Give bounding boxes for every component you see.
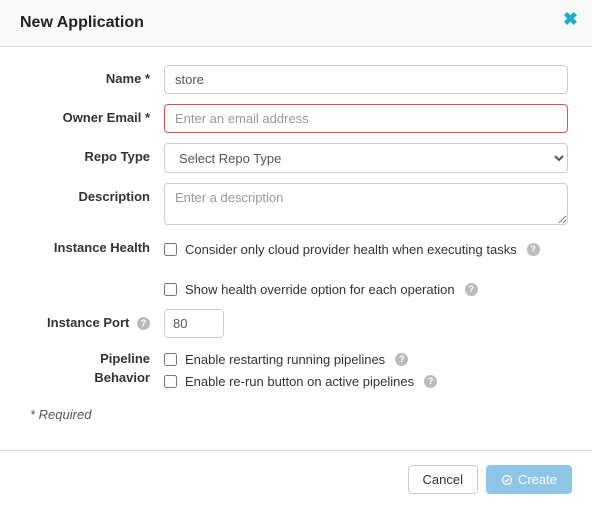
instance-port-input[interactable] <box>164 309 224 338</box>
pipeline-behavior-label: Pipeline Behavior <box>24 348 164 388</box>
modal-header: New Application ✖ <box>0 0 592 47</box>
repo-type-select[interactable]: Select Repo Type <box>164 143 568 173</box>
help-icon[interactable]: ? <box>527 243 540 256</box>
health-override-checkbox[interactable] <box>164 283 177 296</box>
instance-port-label: Instance Port ? <box>24 309 164 330</box>
close-icon[interactable]: ✖ <box>563 10 578 28</box>
cancel-button[interactable]: Cancel <box>408 465 478 494</box>
repo-type-label: Repo Type <box>24 143 164 164</box>
create-button[interactable]: Create <box>486 465 572 494</box>
modal-title: New Application <box>20 14 144 31</box>
pipeline-rerun-text: Enable re-run button on active pipelines <box>185 372 414 392</box>
health-override-label-spacer <box>24 278 164 280</box>
cloud-health-text: Consider only cloud provider health when… <box>185 240 517 260</box>
cloud-health-checkbox[interactable] <box>164 243 177 256</box>
pipeline-restart-checkbox[interactable] <box>164 353 177 366</box>
modal-footer: Cancel Create <box>0 450 592 508</box>
check-circle-icon <box>501 474 513 486</box>
name-input[interactable] <box>164 65 568 94</box>
owner-email-label: Owner Email * <box>24 104 164 125</box>
modal-body: Name * Owner Email * Repo Type Select Re… <box>0 47 592 432</box>
description-label: Description <box>24 183 164 204</box>
new-application-modal: New Application ✖ Name * Owner Email * R… <box>0 0 592 508</box>
help-icon[interactable]: ? <box>465 283 478 296</box>
required-note: * Required <box>30 407 568 422</box>
pipeline-rerun-checkbox[interactable] <box>164 375 177 388</box>
help-icon[interactable]: ? <box>424 375 437 388</box>
health-override-text: Show health override option for each ope… <box>185 280 455 300</box>
instance-health-label: Instance Health <box>24 238 164 255</box>
description-input[interactable] <box>164 183 568 225</box>
help-icon[interactable]: ? <box>395 353 408 366</box>
name-label: Name * <box>24 65 164 86</box>
help-icon[interactable]: ? <box>137 317 150 330</box>
owner-email-input[interactable] <box>164 104 568 133</box>
pipeline-restart-text: Enable restarting running pipelines <box>185 350 385 370</box>
